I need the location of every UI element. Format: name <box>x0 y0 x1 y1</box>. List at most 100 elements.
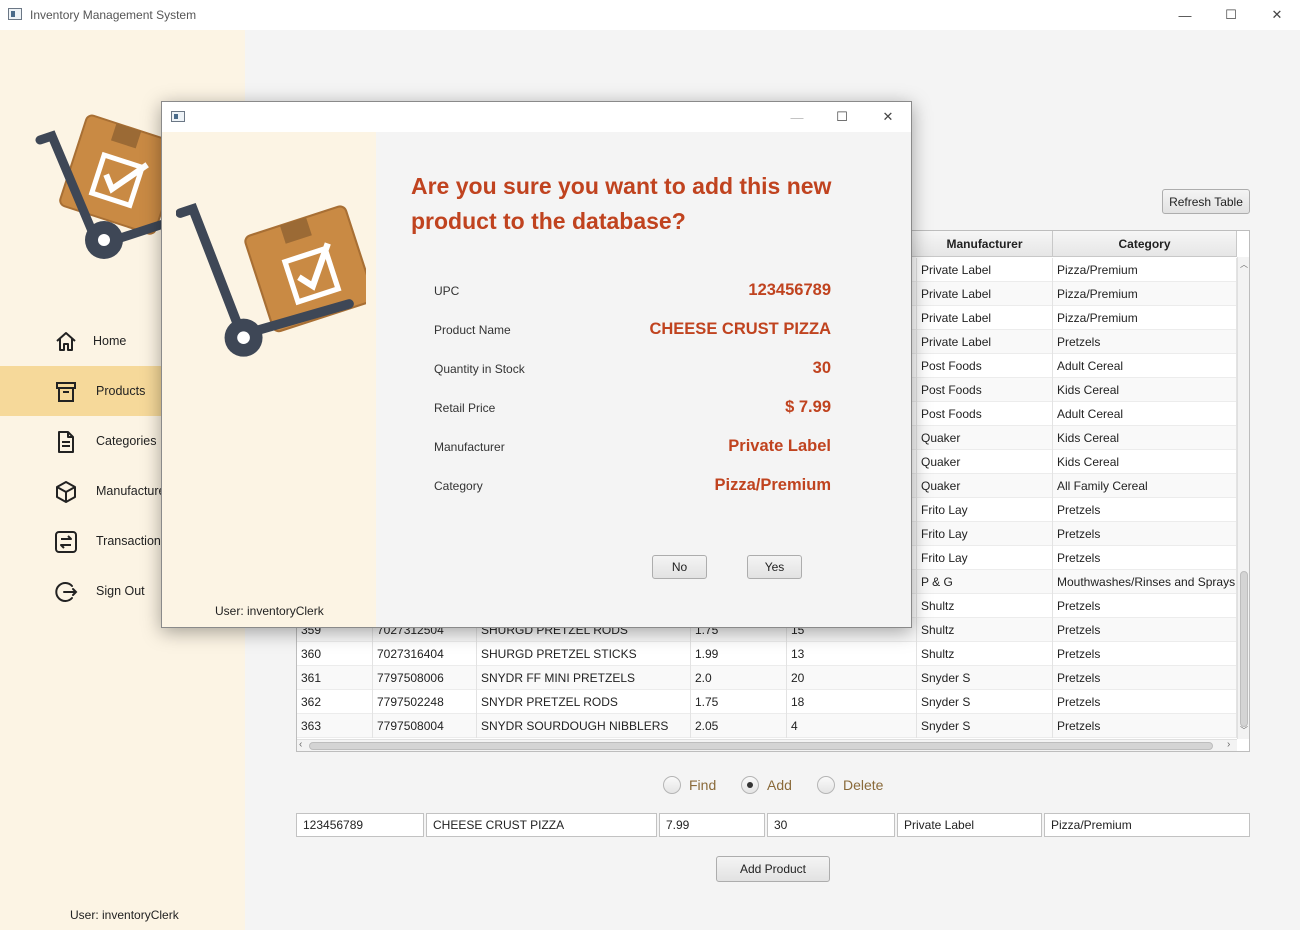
quantity-field[interactable]: 30 <box>767 813 895 837</box>
window-titlebar: Inventory Management System — ☐ ✕ <box>0 0 1300 30</box>
yes-button[interactable]: Yes <box>747 555 802 579</box>
category-field[interactable]: Pizza/Premium <box>1044 813 1250 837</box>
hand-truck-logo <box>176 202 366 357</box>
table-cell-category: Adult Cereal <box>1053 402 1237 426</box>
no-button[interactable]: No <box>652 555 707 579</box>
table-cell-id: 361 <box>297 666 373 690</box>
table-cell-manufacturer: P & G <box>917 570 1053 594</box>
table-cell-qty: 20 <box>787 666 917 690</box>
table-cell-category: Mouthwashes/Rinses and Sprays <box>1053 570 1237 594</box>
table-cell-price: 1.99 <box>691 642 787 666</box>
close-button[interactable]: ✕ <box>1254 0 1300 30</box>
table-cell-category: Pizza/Premium <box>1053 282 1237 306</box>
table-cell-category: Pizza/Premium <box>1053 306 1237 330</box>
sidebar-item-label: Home <box>93 334 127 348</box>
dialog-window-icon <box>171 111 185 122</box>
scroll-left-icon[interactable]: ‹ <box>299 739 302 750</box>
table-row[interactable]: 362 7797502248 SNYDR PRETZEL RODS 1.75 18 Sny… <box>297 690 1237 714</box>
sidebar-item-label: Transactions <box>96 534 168 548</box>
radio-label: Delete <box>843 777 884 793</box>
product-name-label: Product Name <box>434 323 511 337</box>
sidebar-item-label: Categories <box>96 434 157 448</box>
manufacturer-label: Manufacturer <box>434 440 505 454</box>
table-cell-category: Kids Cereal <box>1053 378 1237 402</box>
vertical-scrollbar[interactable]: ︿ ﹀ <box>1237 257 1249 739</box>
table-cell-manufacturer: Frito Lay <box>917 498 1053 522</box>
table-cell-manufacturer: Private Label <box>917 330 1053 354</box>
table-cell-manufacturer: Post Foods <box>917 354 1053 378</box>
retail-price-value: $ 7.99 <box>785 398 831 416</box>
scroll-down-icon[interactable]: ﹀ <box>1240 725 1248 736</box>
column-header-category[interactable]: Category <box>1053 231 1237 257</box>
table-cell-manufacturer: Quaker <box>917 426 1053 450</box>
table-cell-id: 362 <box>297 690 373 714</box>
horizontal-scroll-thumb[interactable] <box>309 742 1213 750</box>
table-cell-manufacturer: Private Label <box>917 258 1053 282</box>
table-cell-upc: 7027316404 <box>373 642 477 666</box>
product-name-value: CHEESE CRUST PIZZA <box>649 320 831 338</box>
table-row[interactable]: 360 7027316404 SHURGD PRETZEL STICKS 1.99 13… <box>297 642 1237 666</box>
dialog-maximize-button[interactable]: ☐ <box>819 102 865 132</box>
table-cell-manufacturer: Snyder S <box>917 714 1053 738</box>
refresh-table-button[interactable]: Refresh Table <box>1162 189 1250 214</box>
upc-label: UPC <box>434 284 460 298</box>
table-cell-price: 2.0 <box>691 666 787 690</box>
dialog-minimize-button[interactable]: — <box>774 102 820 132</box>
mode-find-radio[interactable]: Find <box>663 776 716 794</box>
table-row[interactable]: 361 7797508006 SNYDR FF MINI PRETZELS 2.0 20… <box>297 666 1237 690</box>
table-cell-manufacturer: Shultz <box>917 594 1053 618</box>
upc-field[interactable]: 123456789 <box>296 813 424 837</box>
table-cell-manufacturer: Post Foods <box>917 402 1053 426</box>
dialog-close-button[interactable]: ✕ <box>865 102 911 132</box>
table-cell-upc: 7797502248 <box>373 690 477 714</box>
swap-icon <box>55 531 77 553</box>
add-product-button[interactable]: Add Product <box>716 856 830 882</box>
table-cell-category: Pretzels <box>1053 690 1237 714</box>
radio-find[interactable] <box>663 776 681 794</box>
quantity-label: Quantity in Stock <box>434 362 525 376</box>
cube-icon <box>56 481 76 503</box>
table-cell-category: Pretzels <box>1053 498 1237 522</box>
home-icon <box>56 332 76 351</box>
table-cell-manufacturer: Frito Lay <box>917 546 1053 570</box>
dialog-side-panel: User: inventoryClerk <box>162 132 376 627</box>
table-cell-category: Pretzels <box>1053 594 1237 618</box>
document-icon <box>58 431 74 453</box>
table-cell-category: Kids Cereal <box>1053 426 1237 450</box>
manufacturer-field[interactable]: Private Label <box>897 813 1042 837</box>
table-cell-name: SNYDR PRETZEL RODS <box>477 690 691 714</box>
horizontal-scrollbar[interactable]: ‹ › <box>297 739 1237 751</box>
table-cell-manufacturer: Shultz <box>917 618 1053 642</box>
sidebar-item-label: Products <box>96 384 146 398</box>
table-cell-category: Pretzels <box>1053 642 1237 666</box>
table-cell-price: 1.75 <box>691 690 787 714</box>
table-cell-qty: 4 <box>787 714 917 738</box>
mode-delete-radio[interactable]: Delete <box>817 776 883 794</box>
table-cell-qty: 13 <box>787 642 917 666</box>
column-header-manufacturer[interactable]: Manufacturer <box>917 231 1053 257</box>
table-cell-category: Pretzels <box>1053 666 1237 690</box>
scroll-up-icon[interactable]: ︿ <box>1240 259 1248 270</box>
radio-delete[interactable] <box>817 776 835 794</box>
table-row[interactable]: 363 7797508004 SNYDR SOURDOUGH NIBBLERS 2.0… <box>297 714 1237 738</box>
sidebar-item-label: Sign Out <box>96 584 145 598</box>
confirm-question: Are you sure you want to add this new pr… <box>411 173 832 234</box>
table-cell-category: All Family Cereal <box>1053 474 1237 498</box>
table-cell-name: SNYDR SOURDOUGH NIBBLERS <box>477 714 691 738</box>
scroll-right-icon[interactable]: › <box>1227 739 1230 750</box>
table-cell-upc: 7797508006 <box>373 666 477 690</box>
vertical-scroll-thumb[interactable] <box>1240 571 1248 727</box>
table-cell-category: Pizza/Premium <box>1053 258 1237 282</box>
table-cell-name: SNYDR FF MINI PRETZELS <box>477 666 691 690</box>
confirm-add-dialog: — ☐ ✕ User: inventoryClerk Are you sure … <box>161 101 912 628</box>
price-field[interactable]: 7.99 <box>659 813 765 837</box>
maximize-button[interactable]: ☐ <box>1208 0 1254 30</box>
mode-add-radio[interactable]: Add <box>741 776 792 794</box>
table-cell-manufacturer: Private Label <box>917 282 1053 306</box>
radio-add[interactable] <box>741 776 759 794</box>
table-cell-qty: 18 <box>787 690 917 714</box>
category-label: Category <box>434 479 483 493</box>
category-value: Pizza/Premium <box>714 476 831 494</box>
minimize-button[interactable]: — <box>1162 0 1208 30</box>
product-name-field[interactable]: CHEESE CRUST PIZZA <box>426 813 657 837</box>
